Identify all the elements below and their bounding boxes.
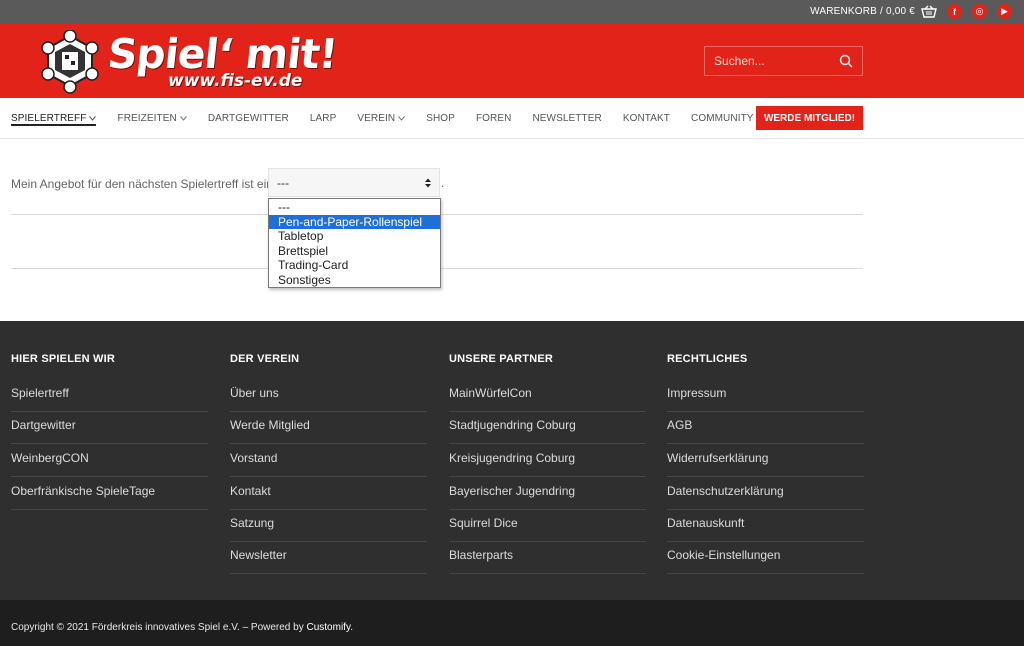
nav-item-verein[interactable]: VEREIN [357,98,406,139]
nav-item-larp[interactable]: LARP [310,98,337,139]
site-footer: HIER SPIELEN WIR Spielertreff Dartgewitt… [0,321,1024,600]
footer-link[interactable]: Über uns [230,380,427,412]
facebook-icon[interactable]: f [947,4,962,19]
footer-link[interactable]: Kontakt [230,478,427,510]
nav-item-label: VEREIN [357,113,396,124]
sentence-end: . [441,176,445,190]
dropdown-option[interactable]: Tabletop [269,229,440,244]
main-content: Mein Angebot für den nächsten Spielertre… [0,140,1024,321]
footer-link[interactable]: Kreisjugendring Coburg [449,445,646,477]
footer-link[interactable]: Blasterparts [449,542,646,574]
nav-item-label: SPIELERTREFF [11,113,87,124]
dropdown-option[interactable]: Trading-Card [269,258,440,273]
dropdown-option[interactable]: Brettspiel [269,244,440,259]
footer-link[interactable]: AGB [667,412,864,444]
nav-item-dartgewitter[interactable]: DARTGEWITTER [208,98,289,139]
footer-link[interactable]: Impressum [667,380,864,412]
offer-label: Mein Angebot für den nächsten Spielertre… [11,177,273,191]
footer-link[interactable]: Stadtjugendring Coburg [449,412,646,444]
footer-link[interactable]: Vorstand [230,445,427,477]
nav-item-label: FOREN [475,113,512,124]
copyright-main: Copyright © 2021 Förderkreis innovatives… [11,622,307,633]
nav-item-label: DARTGEWITTER [207,113,289,124]
footer-link[interactable]: Widerrufserklärung [667,445,864,477]
footer-link[interactable]: WeinbergCON [11,445,208,477]
join-button[interactable]: WERDE MITGLIED! [756,106,863,130]
nav-item-freizeiten[interactable]: FREIZEITEN [117,98,187,139]
offer-dropdown-list: --- Pen-and-Paper-Rollenspiel Tabletop B… [268,198,441,288]
nav-item-label: COMMUNITY [691,113,754,124]
search-icon[interactable] [839,54,853,68]
footer-heading: DER VEREIN [230,353,300,365]
nav-item-label: NEWSLETTER [532,113,602,124]
footer-link[interactable]: Werde Mitglied [230,412,427,444]
nav-item-community[interactable]: COMMUNITY [691,98,754,139]
shopping-basket-icon[interactable] [921,5,937,19]
dropdown-option-highlighted[interactable]: Pen-and-Paper-Rollenspiel [269,214,440,230]
footer-link[interactable]: Newsletter [230,542,427,574]
nav-item-shop[interactable]: SHOP [426,98,455,139]
nav-item-kontakt[interactable]: KONTAKT [623,98,670,139]
dropdown-option[interactable]: Sonstiges [269,273,440,288]
footer-link[interactable]: Cookie-Einstellungen [667,542,864,574]
footer-link[interactable]: Dartgewitter [11,412,208,444]
nav-items: SPIELERTREFF FREIZEITEN DARTGEWITTER LAR… [11,98,775,139]
footer-link[interactable]: MainWürfelCon [449,380,646,412]
footer-link[interactable]: Datenauskunft [667,510,864,542]
logo-url: www.fis-ev.de [168,71,303,91]
nav-item-label: LARP [309,113,337,124]
search-box[interactable] [704,46,863,76]
copyright-text: Copyright © 2021 Förderkreis innovatives… [11,622,353,633]
chevron-down-icon [179,116,187,121]
top-bar: WARENKORB / 0,00 € f ◎ ▶ [0,0,1024,23]
footer-link[interactable]: Squirrel Dice [449,510,646,542]
cart-link[interactable]: WARENKORB / 0,00 € [810,6,915,17]
logo-emblem-icon[interactable] [40,30,100,94]
nav-item-label: FREIZEITEN [117,113,177,124]
copyright-end: . [350,622,353,633]
offer-select-value: --- [277,175,289,190]
nav-item-foren[interactable]: FOREN [476,98,512,139]
footer-heading: RECHTLICHES [667,353,748,365]
offer-select[interactable]: --- [268,168,440,197]
footer-heading: HIER SPIELEN WIR [11,353,116,365]
site-header: Spiel‘ mit! www.fis-ev.de [0,23,1024,98]
footer-link[interactable]: Datenschutzerklärung [667,478,864,510]
chevron-down-icon [89,116,97,121]
instagram-icon[interactable]: ◎ [972,4,987,19]
footer-link[interactable]: Spielertreff [11,380,208,412]
chevron-down-icon [398,116,406,121]
dropdown-option[interactable]: --- [269,200,440,215]
copyright-bar: Copyright © 2021 Förderkreis innovatives… [0,600,1024,646]
select-arrows-icon [425,178,431,188]
top-bar-right: WARENKORB / 0,00 € f ◎ ▶ [810,0,1012,23]
nav-item-label: KONTAKT [622,113,670,124]
footer-heading: UNSERE PARTNER [449,353,554,365]
nav-item-label: SHOP [426,113,455,124]
customify-link[interactable]: Customify [307,622,351,633]
main-navigation: SPIELERTREFF FREIZEITEN DARTGEWITTER LAR… [0,98,1024,139]
youtube-icon[interactable]: ▶ [997,4,1012,19]
footer-link[interactable]: Satzung [230,510,427,542]
search-input[interactable] [714,54,834,68]
nav-item-spielertreff[interactable]: SPIELERTREFF [11,98,97,139]
nav-item-newsletter[interactable]: NEWSLETTER [532,98,601,139]
footer-link[interactable]: Bayerischer Jugendring [449,478,646,510]
footer-link[interactable]: Oberfränkische SpieleTage [11,478,208,510]
